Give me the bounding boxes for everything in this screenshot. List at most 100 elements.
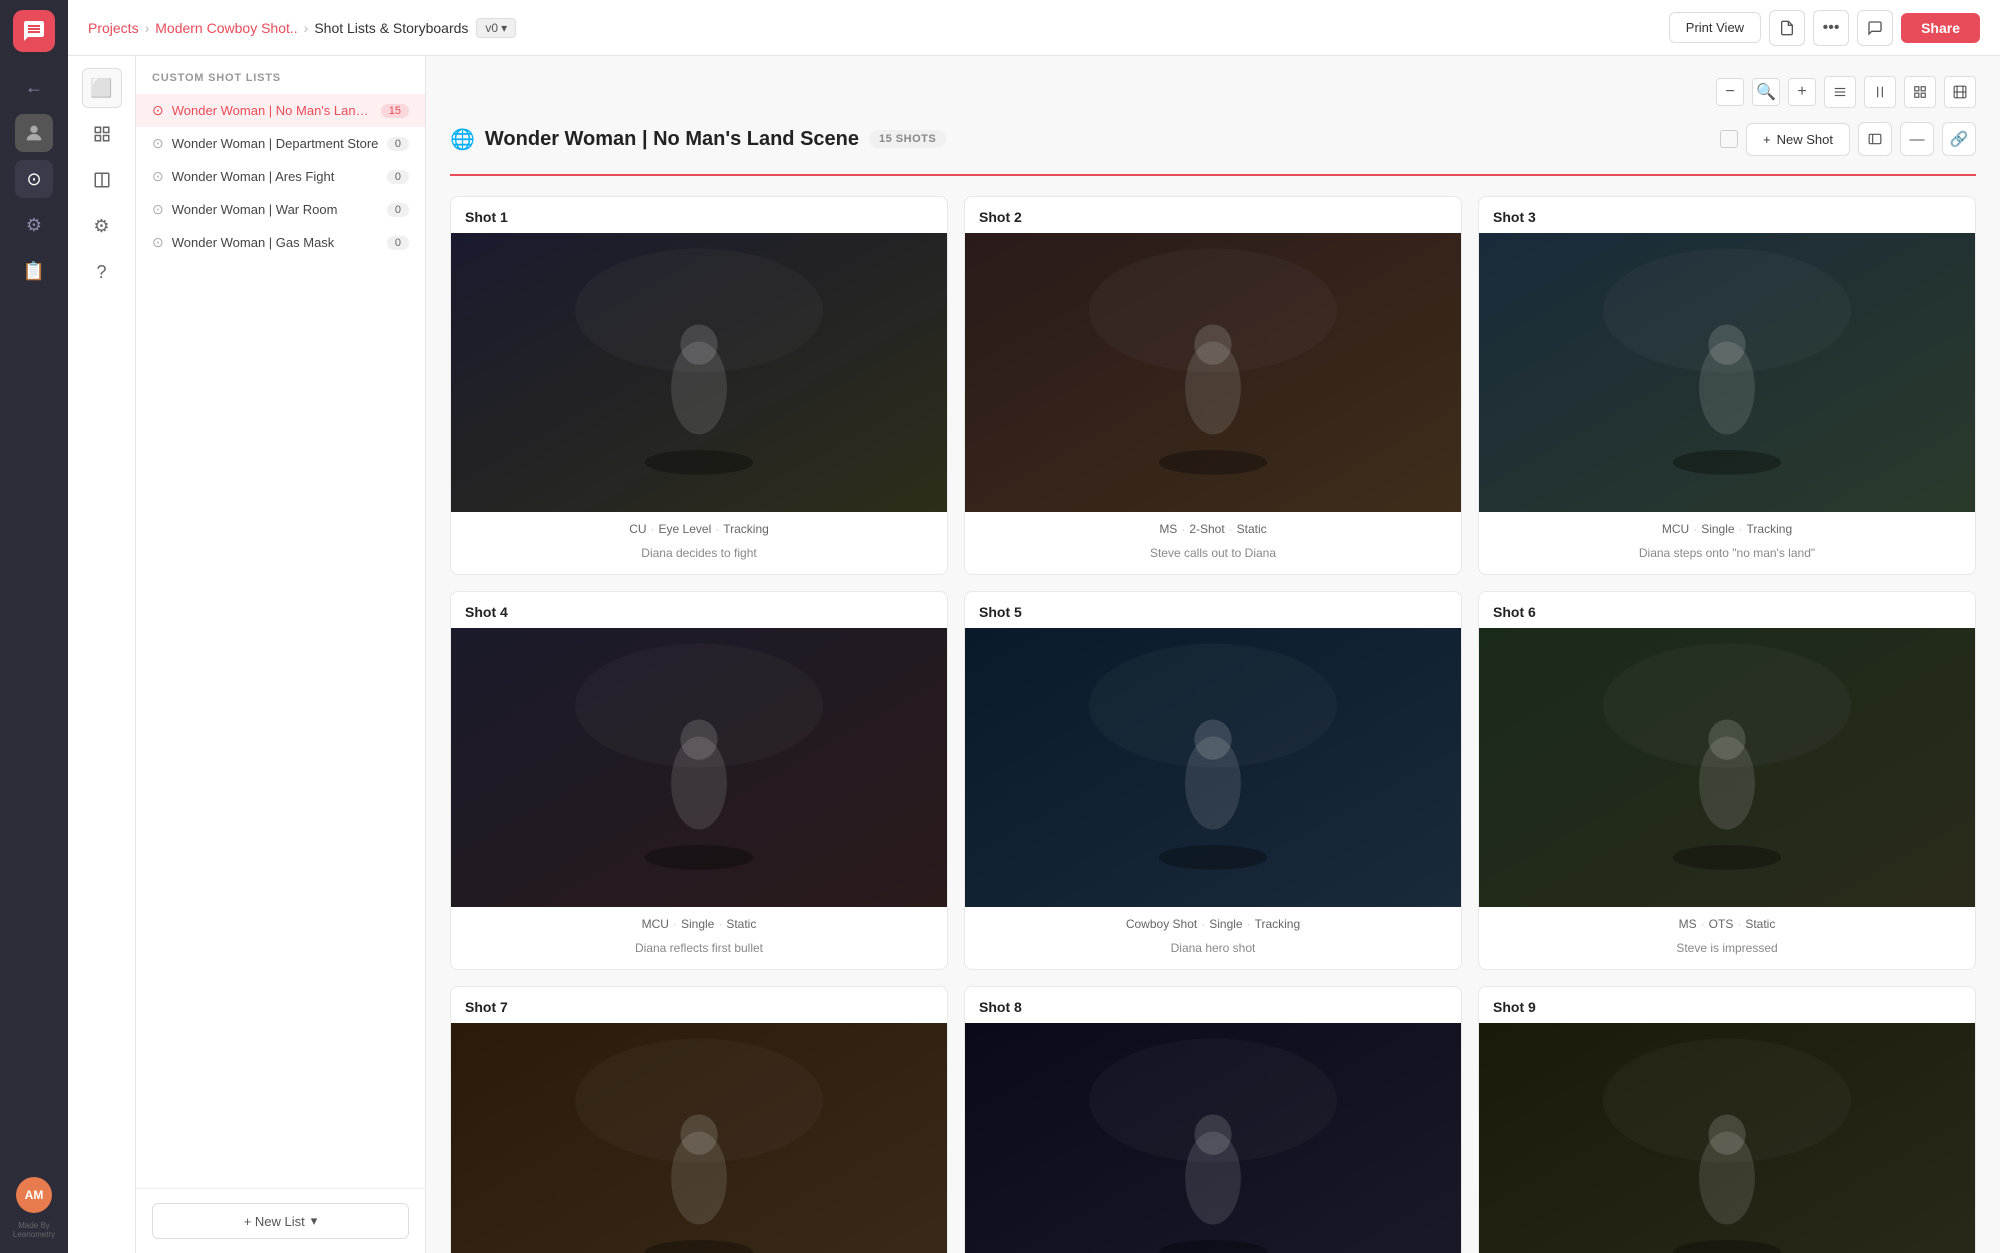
scene-globe-icon: 🌐 bbox=[450, 127, 475, 152]
plus-icon: + bbox=[1763, 132, 1771, 147]
shot-card-8[interactable]: Shot 9 bbox=[1478, 986, 1976, 1253]
panel-view-toggle-2[interactable]: — bbox=[1900, 122, 1934, 156]
panel-title-area: 🌐 Wonder Woman | No Man's Land Scene 15 … bbox=[450, 127, 1708, 152]
panel-header: 🌐 Wonder Woman | No Man's Land Scene 15 … bbox=[450, 122, 1976, 156]
zoom-in-button[interactable]: + bbox=[1788, 78, 1816, 106]
dot-separator: · bbox=[651, 522, 655, 536]
version-badge[interactable]: v0 ▾ bbox=[476, 18, 516, 38]
shot-scene-svg bbox=[451, 628, 947, 907]
shot-meta: MCU · Single · Tracking bbox=[1479, 512, 1975, 542]
view-columns-button[interactable] bbox=[1864, 76, 1896, 108]
view-grid-button[interactable] bbox=[1904, 76, 1936, 108]
shot-header: Shot 5 bbox=[965, 592, 1461, 628]
breadcrumb-current: Shot Lists & Storyboards bbox=[314, 20, 468, 36]
frame-tool-button[interactable]: ⬜ bbox=[82, 68, 122, 108]
new-shot-button[interactable]: + New Shot bbox=[1746, 123, 1850, 156]
view-list-button[interactable] bbox=[1824, 76, 1856, 108]
zoom-out-button[interactable]: − bbox=[1716, 78, 1744, 106]
sidebar-item-icon-4: ⊙ bbox=[152, 234, 164, 251]
sidebar-item-icon-3: ⊙ bbox=[152, 201, 164, 218]
shot-description: Steve calls out to Diana bbox=[965, 542, 1461, 574]
nav-book-icon[interactable]: 📋 bbox=[15, 252, 53, 290]
shot-header: Shot 1 bbox=[451, 197, 947, 233]
panel-link-button[interactable]: 🔗 bbox=[1942, 122, 1976, 156]
chevron-down-icon: ▾ bbox=[501, 21, 507, 35]
sidebar-item-label-3: Wonder Woman | War Room bbox=[172, 202, 379, 217]
grid-tool-button[interactable] bbox=[82, 114, 122, 154]
new-list-label: + New List bbox=[244, 1214, 305, 1229]
panel-divider bbox=[450, 174, 1976, 176]
shot-card-6[interactable]: Shot 7 bbox=[450, 986, 948, 1253]
zoom-icon-button[interactable]: 🔍 bbox=[1752, 78, 1780, 106]
app-logo[interactable] bbox=[13, 10, 55, 52]
print-view-button[interactable]: Print View bbox=[1669, 12, 1761, 43]
sidebar-item-0[interactable]: ⊙ Wonder Woman | No Man's Land ... 15 bbox=[136, 94, 425, 127]
shot-card-3[interactable]: Shot 4 bbox=[450, 591, 948, 970]
top-header: Projects › Modern Cowboy Shot.. › Shot L… bbox=[68, 0, 2000, 56]
breadcrumb-project[interactable]: Modern Cowboy Shot.. bbox=[155, 20, 297, 36]
grid-view-icon bbox=[1913, 85, 1927, 99]
sidebar-item-label-0: Wonder Woman | No Man's Land ... bbox=[172, 103, 373, 118]
sidebar-item-label-2: Wonder Woman | Ares Fight bbox=[172, 169, 379, 184]
sidebar-item-2[interactable]: ⊙ Wonder Woman | Ares Fight 0 bbox=[136, 160, 425, 193]
nav-filter-icon[interactable]: ⚙ bbox=[15, 206, 53, 244]
breadcrumb-sep-1: › bbox=[145, 20, 150, 36]
help-tool-button[interactable]: ? bbox=[82, 252, 122, 292]
view-film-button[interactable] bbox=[1944, 76, 1976, 108]
shot-card-2[interactable]: Shot 3 bbox=[1478, 196, 1976, 575]
shot-meta-item: Single bbox=[1701, 522, 1734, 536]
more-options-button[interactable]: ••• bbox=[1813, 10, 1849, 46]
sidebar-item-icon-0: ⊙ bbox=[152, 102, 164, 119]
shot-card-4[interactable]: Shot 5 bbox=[964, 591, 1462, 970]
settings-tool-button[interactable]: ⚙ bbox=[82, 206, 122, 246]
shot-card-0[interactable]: Shot 1 bbox=[450, 196, 948, 575]
panel-actions: + New Shot — 🔗 bbox=[1720, 122, 1976, 156]
shot-meta: Cowboy Shot · Single · Tracking bbox=[965, 907, 1461, 937]
share-button[interactable]: Share bbox=[1901, 13, 1980, 43]
panel-view-toggle-1[interactable] bbox=[1858, 122, 1892, 156]
user-avatar[interactable]: AM bbox=[16, 1177, 52, 1213]
shot-scene-svg bbox=[451, 1023, 947, 1253]
shot-card-7[interactable]: Shot 8 bbox=[964, 986, 1462, 1253]
dot-separator: · bbox=[1247, 917, 1251, 931]
shot-meta: MCU · Single · Static bbox=[451, 907, 947, 937]
shot-meta: MS · 2-Shot · Static bbox=[965, 512, 1461, 542]
comment-button[interactable] bbox=[1857, 10, 1893, 46]
shot-meta-item: MCU bbox=[642, 917, 669, 931]
shot-card-5[interactable]: Shot 6 bbox=[1478, 591, 1976, 970]
columns-icon bbox=[93, 171, 111, 189]
new-list-button[interactable]: + New List ▾ bbox=[152, 1203, 409, 1239]
shot-scene-svg bbox=[451, 233, 947, 512]
export-icon-button[interactable] bbox=[1769, 10, 1805, 46]
nav-avatar-thumb[interactable] bbox=[15, 114, 53, 152]
sidebar-item-3[interactable]: ⊙ Wonder Woman | War Room 0 bbox=[136, 193, 425, 226]
shot-meta-item: MS bbox=[1679, 917, 1697, 931]
dot-separator: · bbox=[1201, 917, 1205, 931]
content-area: ⬜ ⚙ ? CUSTOM SHOT LISTS ⊙ Wonder Woman |… bbox=[68, 56, 2000, 1253]
shot-image bbox=[451, 233, 947, 512]
shot-scene-svg bbox=[965, 628, 1461, 907]
sidebar-item-4[interactable]: ⊙ Wonder Woman | Gas Mask 0 bbox=[136, 226, 425, 259]
shot-meta-item: Single bbox=[1209, 917, 1242, 931]
shot-scene-svg bbox=[1479, 233, 1975, 512]
shot-meta-item: 2-Shot bbox=[1189, 522, 1224, 536]
select-all-checkbox[interactable] bbox=[1720, 130, 1738, 148]
shots-grid: Shot 1 bbox=[450, 196, 1976, 1253]
grid-icon bbox=[93, 125, 111, 143]
columns-tool-button[interactable] bbox=[82, 160, 122, 200]
new-shot-label: New Shot bbox=[1777, 132, 1833, 147]
shot-card-1[interactable]: Shot 2 bbox=[964, 196, 1462, 575]
shot-scene-svg bbox=[1479, 1023, 1975, 1253]
dot-separator: · bbox=[1701, 917, 1705, 931]
sidebar-item-1[interactable]: ⊙ Wonder Woman | Department Store 0 bbox=[136, 127, 425, 160]
left-toolbar: ⬜ ⚙ ? bbox=[68, 56, 136, 1253]
sidebar-item-count-2: 0 bbox=[387, 170, 409, 184]
dot-separator: · bbox=[1693, 522, 1697, 536]
export-icon bbox=[1779, 20, 1795, 36]
nav-circle-icon[interactable]: ⊙ bbox=[15, 160, 53, 198]
main-wrapper: Projects › Modern Cowboy Shot.. › Shot L… bbox=[68, 0, 2000, 1253]
shot-header: Shot 2 bbox=[965, 197, 1461, 233]
breadcrumb-projects[interactable]: Projects bbox=[88, 20, 139, 36]
shot-meta-item: MCU bbox=[1662, 522, 1689, 536]
nav-back-icon[interactable]: ← bbox=[15, 68, 53, 106]
